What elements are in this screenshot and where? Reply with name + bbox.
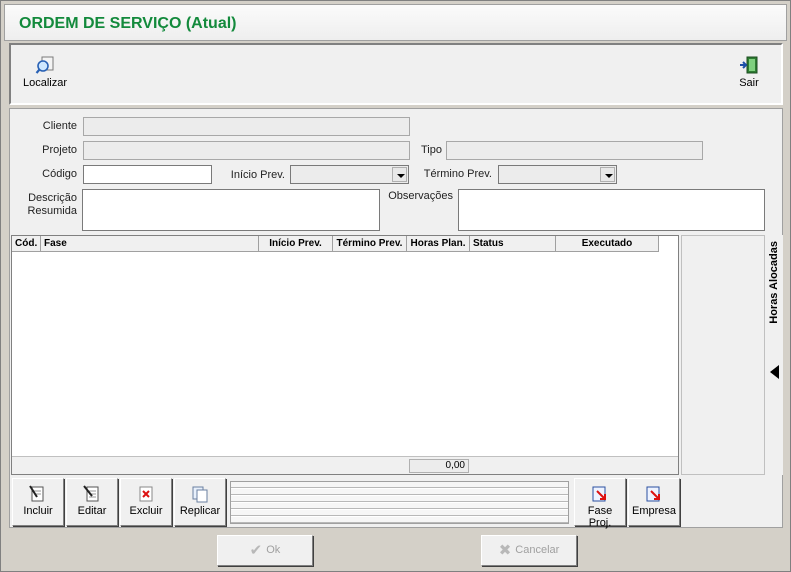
column-header[interactable]: Status	[470, 236, 556, 252]
expand-left-arrow-icon[interactable]	[770, 365, 779, 379]
excluir-label: Excluir	[129, 505, 163, 517]
ok-button[interactable]: ✔ Ok	[217, 535, 313, 566]
empresa-label: Empresa	[631, 505, 677, 517]
column-header[interactable]: Executado	[556, 236, 659, 252]
ok-label: Ok	[266, 544, 281, 556]
termino-prev-label: Término Prev.	[423, 168, 492, 180]
fase-proj-button[interactable]: Fase Proj.	[574, 478, 626, 529]
termino-prev-combo[interactable]	[498, 165, 617, 184]
total-hours-value: 0,00	[409, 459, 469, 473]
horas-alocadas-tab[interactable]: Horas Alocadas	[765, 235, 783, 475]
column-header[interactable]: Início Prev.	[259, 236, 333, 252]
cliente-label: Cliente	[42, 120, 77, 132]
codigo-field[interactable]	[83, 165, 212, 184]
title-bar: ORDEM DE SERVIÇO (Atual)	[4, 4, 787, 41]
inicio-prev-combo[interactable]	[290, 165, 409, 184]
cancel-label: Cancelar	[515, 544, 560, 556]
replicar-button[interactable]: Replicar	[174, 478, 226, 526]
incluir-button[interactable]: Incluir	[12, 478, 64, 526]
sair-label: Sair	[739, 77, 759, 89]
cliente-field[interactable]	[83, 117, 410, 136]
descricao-label-line1: Descrição	[28, 192, 77, 204]
column-header[interactable]: Horas Plan.	[407, 236, 470, 252]
delete-icon	[139, 486, 153, 502]
replicar-label: Replicar	[179, 505, 221, 517]
horas-alocadas-label: Horas Alocadas	[768, 241, 780, 324]
projeto-label: Projeto	[42, 144, 77, 156]
empresa-button[interactable]: Empresa	[628, 478, 680, 526]
horas-alocadas-panel	[681, 235, 765, 475]
descricao-label-line2: Resumida	[27, 205, 77, 217]
column-header[interactable]: Fase	[41, 236, 259, 252]
grid-footer: 0,00	[12, 456, 678, 474]
editar-button[interactable]: Editar	[66, 478, 118, 526]
observacoes-field[interactable]	[458, 189, 765, 231]
new-document-icon	[29, 485, 44, 502]
window-title: ORDEM DE SERVIÇO (Atual)	[19, 15, 237, 32]
fase-proj-label: Fase Proj.	[587, 505, 613, 529]
incluir-label: Incluir	[23, 505, 53, 517]
exit-door-icon	[740, 56, 758, 74]
phase-document-icon	[592, 486, 606, 502]
copy-icon	[192, 486, 208, 503]
observacoes-label: Observações	[388, 190, 453, 202]
column-header[interactable]: Cód.	[12, 236, 41, 252]
grid-header: Cód. Fase Início Prev. Término Prev. Hor…	[12, 236, 659, 252]
sair-button[interactable]: Sair	[723, 49, 775, 101]
order-of-service-window: ORDEM DE SERVIÇO (Atual) Localizar Sair …	[0, 0, 791, 572]
toolbar: Localizar Sair	[9, 43, 783, 105]
check-icon: ✔	[249, 542, 263, 559]
codigo-label: Código	[42, 168, 77, 180]
magnifier-icon	[35, 56, 54, 74]
chevron-down-icon[interactable]	[392, 167, 407, 182]
decorative-lines-area	[230, 481, 569, 524]
projeto-field[interactable]	[83, 141, 410, 160]
cancel-button[interactable]: ✖ Cancelar	[481, 535, 577, 566]
excluir-button[interactable]: Excluir	[120, 478, 172, 526]
inicio-prev-label: Início Prev.	[230, 169, 285, 181]
edit-document-icon	[83, 485, 99, 502]
x-icon: ✖	[498, 542, 512, 559]
tipo-label: Tipo	[421, 144, 442, 156]
localizar-label: Localizar	[22, 77, 68, 89]
phases-grid[interactable]: Cód. Fase Início Prev. Término Prev. Hor…	[11, 235, 679, 475]
company-document-icon	[646, 486, 660, 502]
localizar-button[interactable]: Localizar	[19, 49, 71, 101]
editar-label: Editar	[77, 505, 107, 517]
column-header[interactable]: Término Prev.	[333, 236, 407, 252]
chevron-down-icon[interactable]	[600, 167, 615, 182]
tipo-field[interactable]	[446, 141, 703, 160]
descricao-field[interactable]	[82, 189, 380, 231]
